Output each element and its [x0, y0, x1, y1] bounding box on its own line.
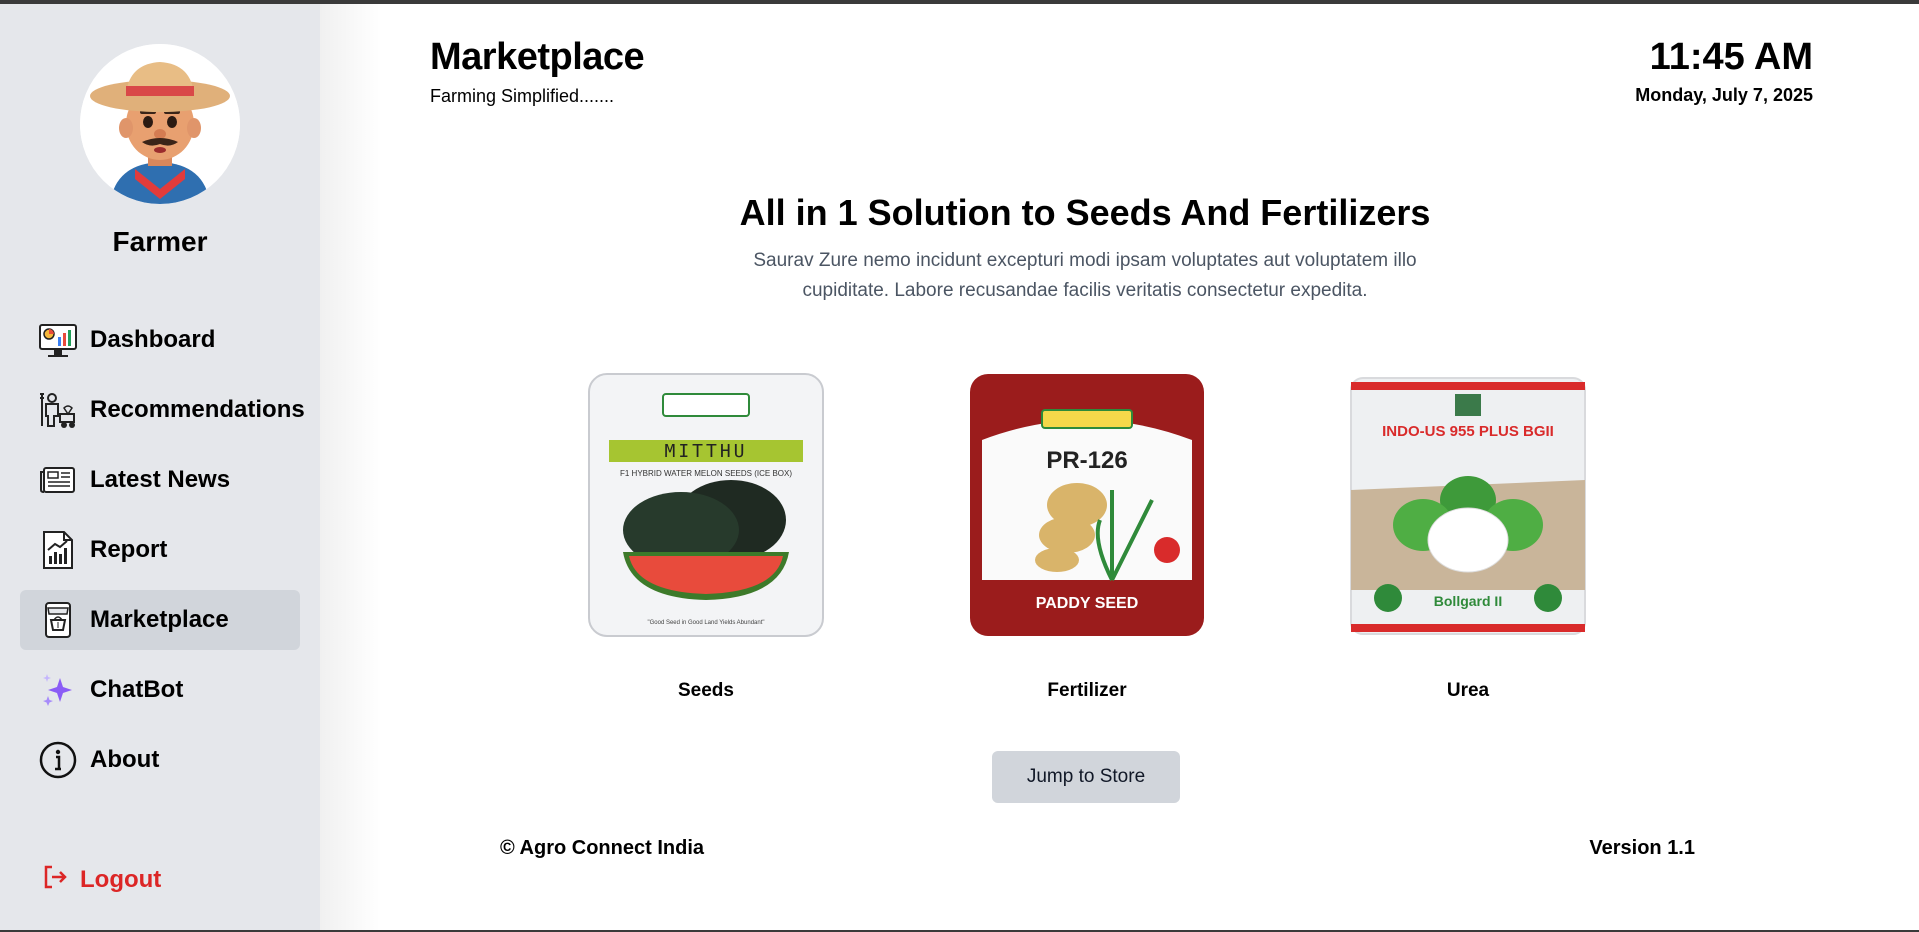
sidebar-item-label: Dashboard [90, 326, 216, 353]
sidebar-item-dashboard[interactable]: Dashboard [20, 310, 300, 370]
sidebar-item-label: ChatBot [90, 676, 184, 703]
sidebar: Farmer Dashboard Recommendations Latest … [0, 4, 320, 930]
shop-icon [38, 600, 78, 640]
seeds-pack-line1: F1 HYBRID WATER MELON SEEDS (ICE BOX) [620, 469, 792, 478]
urea-pack-image: INDO-US 955 PLUS BGII Bollgard II [1350, 377, 1586, 635]
user-name: Farmer [112, 226, 208, 257]
sidebar-item-about[interactable]: About [20, 730, 300, 790]
sidebar-item-label: About [90, 746, 160, 773]
clock-time: 11:45 AM [1649, 36, 1813, 78]
sidebar-item-chatbot[interactable]: ChatBot [20, 660, 300, 720]
urea-pack-footer: Bollgard II [1434, 593, 1502, 609]
logout-label: Logout [80, 865, 162, 893]
product-name: Seeds [678, 680, 734, 701]
sidebar-item-marketplace[interactable]: Marketplace [20, 590, 300, 650]
hero-description: Saurav Zure nemo incidunt excepturi modi… [753, 250, 1417, 301]
info-icon [38, 740, 78, 780]
seeds-pack-image: MITTHU F1 HYBRID WATER MELON SEEDS (ICE … [588, 373, 824, 637]
seeds-pack-footer: "Good Seed in Good Land Yields Abundant" [647, 620, 764, 626]
hero-title: All in 1 Solution to Seeds And Fertilize… [739, 192, 1431, 233]
sidebar-item-label: Report [90, 536, 168, 563]
product-card-urea[interactable]: INDO-US 955 PLUS BGII Bollgard II Urea [1343, 370, 1593, 702]
sidebar-item-label: Latest News [90, 466, 231, 493]
footer-copyright: © Agro Connect India [500, 837, 704, 859]
page-title: Marketplace [430, 36, 645, 78]
fertilizer-pack-image: PR-126 PADDY SEED [970, 374, 1204, 636]
seeds-pack-brand: MITTHU [664, 441, 747, 462]
footer-version: Version 1.1 [1589, 837, 1695, 859]
logout-icon [42, 864, 68, 895]
report-chart-icon [38, 530, 78, 570]
product-name: Fertilizer [1047, 680, 1127, 701]
product-name: Urea [1446, 680, 1490, 701]
avatar [80, 44, 240, 204]
sidebar-item-label: Marketplace [90, 606, 229, 633]
newspaper-icon [38, 460, 78, 500]
sidebar-shadow [320, 4, 380, 930]
clock-date: Monday, July 7, 2025 [1635, 85, 1813, 105]
sidebar-item-label: Recommendations [90, 396, 305, 423]
jump-to-store-button[interactable]: Jump to Store [992, 751, 1180, 803]
fertilizer-pack-footer: PADDY SEED [1036, 595, 1139, 612]
sparkles-icon [38, 670, 78, 710]
product-card-seeds[interactable]: MITTHU F1 HYBRID WATER MELON SEEDS (ICE … [581, 370, 831, 702]
logout-button[interactable]: Logout [42, 864, 161, 895]
sidebar-item-latest-news[interactable]: Latest News [20, 450, 300, 510]
farmer-avatar-icon [80, 44, 240, 204]
urea-pack-brand: INDO-US 955 PLUS BGII [1382, 423, 1554, 440]
page-subtitle: Farming Simplified....... [430, 86, 615, 106]
fertilizer-pack-brand: PR-126 [1046, 447, 1127, 474]
product-card-fertilizer[interactable]: PR-126 PADDY SEED Fertilizer [962, 370, 1212, 702]
farmer-tractor-icon [38, 390, 78, 430]
sidebar-nav: Dashboard Recommendations Latest News Re… [20, 310, 305, 800]
dashboard-icon [38, 320, 78, 360]
sidebar-item-report[interactable]: Report [20, 520, 300, 580]
sidebar-item-recommendations[interactable]: Recommendations [20, 380, 305, 440]
